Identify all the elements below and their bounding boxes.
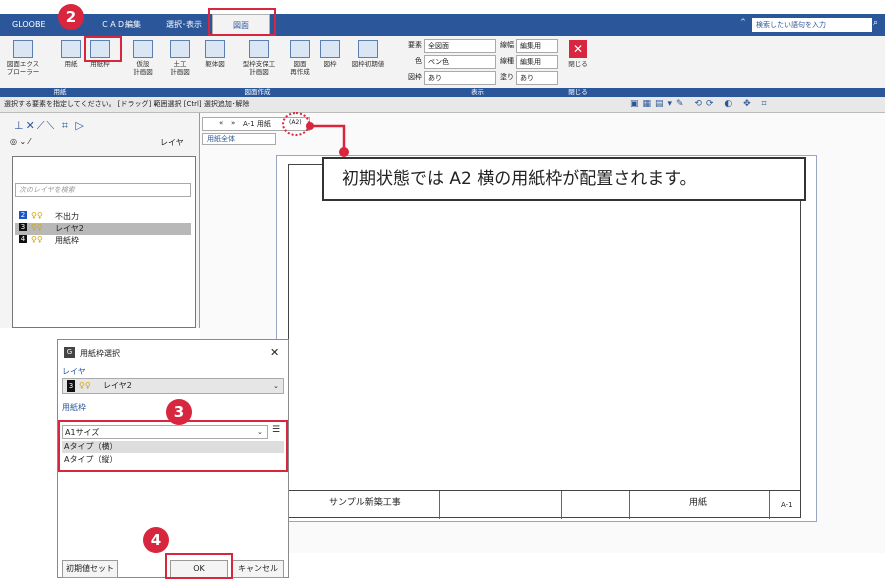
group-label-display: 表示 (471, 88, 484, 96)
highlight-paper-frame (84, 36, 122, 62)
frame-default-icon (358, 40, 378, 58)
view-tab-bar: 用紙全体 (202, 133, 276, 145)
linetype-label: 線種 (500, 57, 514, 65)
close-button[interactable]: ✕ 閉じる (564, 40, 592, 68)
bulb-icon: ♀♀ (79, 381, 91, 390)
regenerate-icon (290, 40, 310, 58)
tab-cad-edit[interactable]: ＣＡＤ編集 (95, 14, 147, 36)
frame-drawing-button[interactable]: 躯体図 (200, 40, 230, 68)
drawing-explorer-button[interactable]: 図面エクス プローラー (6, 40, 40, 76)
sheet-tab[interactable]: A-1 用紙 (243, 119, 271, 129)
layer-row-selected[interactable]: 3 ♀♀ レイヤ2 (15, 223, 191, 235)
linewidth-label: 線幅 (500, 41, 514, 49)
paper-icon (61, 40, 81, 58)
title-frame-icon (320, 40, 340, 58)
close-icon[interactable]: ✕ (270, 346, 279, 359)
layer-search-input[interactable]: 次のレイヤを検索 (15, 183, 191, 197)
layer-list-panel: 次のレイヤを検索 2 ♀♀ 不出力 3 ♀♀ レイヤ2 4 ♀♀ 用紙枠 (12, 156, 196, 328)
layer-row[interactable]: 4 ♀♀ 用紙枠 (15, 235, 191, 247)
edit-toolbar-icons[interactable]: ⊥✕⟋⟍ ⌗ ▷ (14, 119, 86, 133)
view-all-tab[interactable]: 用紙全体 (207, 134, 235, 144)
view-toolbar-icons[interactable]: ▣▦▤▾✎ ⟲⟳ ◐ ✥ ⌗ (630, 99, 771, 109)
layer-select[interactable]: 3 ♀♀ レイヤ2 ⌄ (62, 378, 284, 394)
next-sheet-button[interactable]: » (231, 119, 235, 127)
cancel-button[interactable]: キャンセル (232, 560, 284, 578)
temporary-plan-button[interactable]: 仮設 計画図 (125, 40, 161, 76)
paper-button[interactable]: 用紙 (58, 40, 84, 68)
step-marker: 4 (143, 527, 169, 553)
paper-frame (288, 164, 801, 491)
prev-sheet-button[interactable]: « (219, 119, 223, 127)
bulb-icon[interactable]: ♀♀ (31, 235, 43, 244)
help-search-input[interactable]: 検索したい語句を入力 (752, 18, 872, 32)
color-label: 色 (415, 57, 422, 65)
layer-label: レイヤ (62, 367, 86, 376)
frame-label: 用紙枠 (62, 403, 86, 412)
fill-select[interactable]: あり (516, 71, 558, 85)
ribbon-group-bar: 用紙 図面作成 表示 閉じる (0, 88, 885, 97)
drawing-number: A-1 (781, 501, 793, 509)
linewidth-select[interactable]: 編集用 (516, 39, 558, 53)
search-icon[interactable]: ⌕ (873, 18, 878, 28)
color-select[interactable]: ペン色 (424, 55, 496, 69)
layer-row[interactable]: 2 ♀♀ 不出力 (15, 211, 191, 223)
layer-menu-button[interactable]: レイヤ (160, 137, 184, 148)
callout-box: 初期状態では A2 横の用紙枠が配置されます。 (322, 157, 806, 201)
step-marker: 3 (166, 399, 192, 425)
earthwork-icon (170, 40, 190, 58)
temporary-icon (133, 40, 153, 58)
group-label-drawing: 図面作成 (244, 88, 271, 96)
element-select[interactable]: 全図面 (424, 39, 496, 53)
regenerate-drawing-button[interactable]: 図面 再作成 (286, 40, 314, 76)
app-icon: G (64, 347, 75, 358)
earthwork-plan-button[interactable]: 土工 計画図 (162, 40, 198, 76)
title-frame-button[interactable]: 図枠 (318, 40, 342, 68)
group-label-paper: 用紙 (53, 88, 67, 96)
tab-gloobe[interactable]: GLOOBE (6, 14, 52, 36)
chevron-down-icon: ⌄ (273, 382, 279, 390)
group-label-close: 閉じる (568, 88, 588, 96)
status-message: 選択する要素を指定してください。 [ドラッグ] 範囲選択 [Ctrl] 選択追加… (4, 100, 250, 108)
bulb-icon[interactable]: ♀♀ (31, 223, 43, 232)
ribbon: 図面エクス プローラー 用紙 用紙枠 仮設 計画図 土工 計画図 躯体図 型枠支… (0, 36, 885, 96)
formwork-icon (249, 40, 269, 58)
chevron-up-icon[interactable]: ^ (740, 18, 746, 26)
tab-select-display[interactable]: 選択･表示 (160, 14, 208, 36)
element-label: 要素 (408, 41, 422, 49)
project-name: サンプル新築工事 (329, 498, 401, 508)
reset-button[interactable]: 初期値セット (62, 560, 118, 578)
fill-label: 塗り (500, 73, 514, 81)
callout-leader (306, 122, 349, 157)
frame-label: 図枠 (408, 73, 422, 81)
formwork-plan-button[interactable]: 型枠支保工 計画図 (236, 40, 282, 76)
frame-drawing-icon (205, 40, 225, 58)
paper-frame-dialog: G 用紙枠選択 ✕ レイヤ 3 ♀♀ レイヤ2 ⌄ 用紙枠 A1サイズ ⌄ ☰ … (57, 339, 289, 579)
step-marker: 2 (58, 4, 84, 30)
linetype-select[interactable]: 編集用 (516, 55, 558, 69)
highlight-frame-list (58, 420, 288, 472)
ribbon-tab-bar: GLOOBE ＣＡＤ編集 選択･表示 図面 検索したい語句を入力 ⌕ ^ (0, 14, 885, 36)
paper-sheet: サンプル新築工事 用紙 A-1 (276, 155, 817, 522)
drawing-name: 用紙 (689, 498, 708, 508)
bulb-icon[interactable]: ♀♀ (31, 211, 43, 220)
message-bar: 選択する要素を指定してください。 [ドラッグ] 範囲選択 [Ctrl] 選択追加… (0, 97, 885, 113)
dialog-title: 用紙枠選択 (80, 349, 120, 358)
frame-select[interactable]: あり (424, 71, 496, 85)
title-block: サンプル新築工事 用紙 A-1 (288, 490, 801, 519)
highlight-tab-drawing (208, 8, 276, 36)
layer-dropdown-icon[interactable]: ◎ ⌄ ⁄ (10, 137, 30, 146)
frame-default-button[interactable]: 図枠初期値 (344, 40, 392, 68)
explorer-icon (13, 40, 33, 58)
highlight-ok-button (165, 553, 233, 579)
close-icon: ✕ (569, 40, 587, 58)
